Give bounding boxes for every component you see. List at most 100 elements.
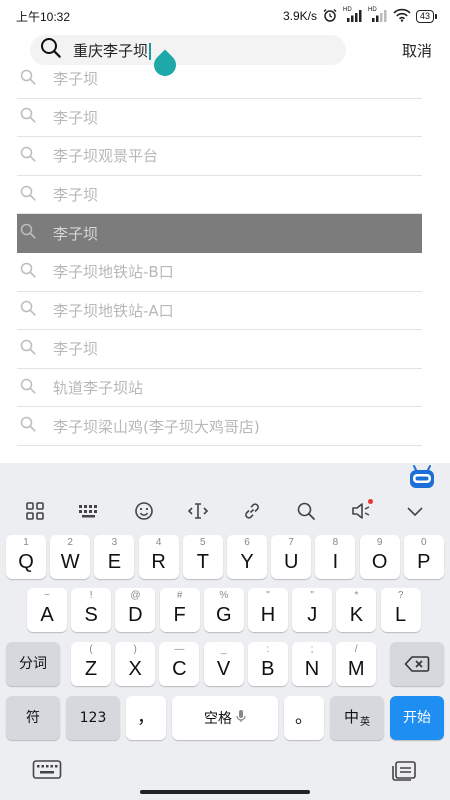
key-g[interactable]: % G bbox=[203, 588, 244, 632]
key-letter: F bbox=[173, 604, 186, 626]
period-key[interactable]: 。 bbox=[284, 696, 324, 740]
status-time: 上午10:32 bbox=[16, 9, 71, 24]
segment-key[interactable]: 分词 bbox=[6, 642, 60, 686]
suggestion-item[interactable]: 李子坝 bbox=[17, 176, 422, 215]
backspace-icon bbox=[390, 642, 444, 686]
key-letter: G bbox=[216, 604, 232, 626]
key-m[interactable]: / M bbox=[336, 642, 377, 686]
symbol-key[interactable]: 符 bbox=[6, 696, 60, 740]
key-symbol: ; bbox=[310, 644, 314, 655]
key-z[interactable]: (Z bbox=[71, 642, 111, 686]
key-j[interactable]: " J bbox=[292, 588, 333, 632]
grid-icon[interactable] bbox=[20, 496, 50, 526]
search-icon bbox=[17, 415, 37, 437]
number-label: 123 bbox=[79, 710, 107, 726]
key-w[interactable]: 2W bbox=[50, 535, 91, 579]
key-n[interactable]: ; N bbox=[292, 642, 332, 686]
suggestion-label: 李子坝 bbox=[53, 108, 99, 127]
suggestion-item[interactable]: 李子坝 bbox=[17, 330, 422, 369]
cursor-move-icon[interactable] bbox=[183, 496, 213, 526]
suggestion-item[interactable]: 李子坝 bbox=[17, 214, 422, 253]
key-symbol: 5 bbox=[200, 537, 206, 548]
key-u[interactable]: 7U bbox=[271, 535, 312, 579]
key-symbol: " bbox=[266, 590, 270, 601]
key-symbol: — bbox=[174, 644, 185, 655]
key-letter: J bbox=[307, 604, 318, 626]
key-symbol: 4 bbox=[155, 537, 162, 548]
search-icon bbox=[17, 377, 37, 399]
key-letter: O bbox=[371, 551, 388, 573]
search-icon bbox=[17, 261, 37, 283]
key-y[interactable]: 6Y bbox=[227, 535, 267, 579]
key-symbol: ~ bbox=[44, 590, 50, 601]
key-d[interactable]: @ D bbox=[115, 588, 156, 632]
suggestion-item[interactable]: 李子坝 bbox=[17, 99, 422, 138]
key-symbol: # bbox=[176, 590, 183, 601]
keyboard-switch-icon[interactable] bbox=[32, 759, 62, 785]
key-f[interactable]: # F bbox=[159, 588, 200, 632]
cancel-button[interactable]: 取消 bbox=[402, 40, 432, 61]
signal-icon-1: HD bbox=[343, 7, 363, 23]
speaker-icon[interactable] bbox=[346, 496, 376, 526]
key-i[interactable]: 8I bbox=[315, 535, 356, 579]
key-h[interactable]: " H bbox=[248, 588, 288, 632]
enter-button[interactable]: 开始 bbox=[390, 696, 444, 740]
link-icon[interactable] bbox=[237, 496, 267, 526]
period-label: 。 bbox=[295, 707, 313, 728]
key-r[interactable]: 4R bbox=[138, 535, 179, 579]
keyboard-assistant-icon[interactable] bbox=[408, 464, 436, 490]
key-letter: T bbox=[196, 551, 209, 573]
notification-dot bbox=[367, 499, 373, 504]
suggestion-item[interactable]: 李子坝地铁站-A口 bbox=[17, 292, 422, 331]
clipboard-icon[interactable] bbox=[390, 758, 418, 786]
space-content: 空格 bbox=[172, 696, 278, 740]
emoji-icon[interactable] bbox=[129, 496, 159, 526]
key-symbol: " bbox=[310, 590, 314, 601]
suggestion-label: 轨道李子坝站 bbox=[53, 379, 144, 398]
key-letter: K bbox=[349, 604, 364, 626]
network-speed: 3.9K/s bbox=[282, 9, 317, 23]
backspace-key[interactable] bbox=[390, 642, 444, 686]
suggestion-item[interactable]: 李子坝梁山鸡(李子坝大鸡哥店) bbox=[17, 407, 422, 446]
key-symbol: * bbox=[354, 590, 359, 601]
keyboard: 1 Q 2 W 3 E 4 R 5 T 6 Y 7 U 8 I 9 O 0 P ~ A! S @ D # F% G " H " J * K? L 分词… bbox=[0, 463, 450, 800]
en-label: 英 bbox=[360, 717, 370, 728]
key-q[interactable]: 1Q bbox=[6, 535, 46, 579]
key-o[interactable]: 9O bbox=[359, 535, 400, 579]
space-label: 空格 bbox=[204, 711, 232, 727]
key-e[interactable]: 3E bbox=[94, 535, 135, 579]
suggestion-item[interactable]: 轨道李子坝站 bbox=[17, 369, 422, 408]
search-icon[interactable] bbox=[291, 496, 321, 526]
keyboard-layout-icon[interactable] bbox=[74, 496, 104, 526]
key-p[interactable]: 0P bbox=[403, 535, 444, 579]
number-key[interactable]: 123 bbox=[66, 696, 120, 740]
collapse-icon[interactable] bbox=[400, 496, 430, 526]
comma-key[interactable]: ， bbox=[126, 696, 166, 740]
suggestion-label: 李子坝 bbox=[53, 186, 99, 205]
space-key[interactable]: 空格 bbox=[172, 696, 278, 740]
key-l[interactable]: ? L bbox=[380, 588, 421, 632]
key-letter: H bbox=[260, 604, 276, 626]
keyboard-toolbar bbox=[0, 493, 450, 529]
status-bar: 上午10:32 3.9K/s HD HD 43 bbox=[0, 0, 450, 32]
key-s[interactable]: ! S bbox=[71, 588, 112, 632]
key-c[interactable]: — C bbox=[159, 642, 200, 686]
key-a[interactable]: ~ A bbox=[27, 588, 67, 632]
language-label: 中英 bbox=[330, 696, 384, 740]
suggestion-item[interactable]: 李子坝观景平台 bbox=[17, 137, 422, 176]
key-t[interactable]: 5T bbox=[182, 535, 223, 579]
suggestion-item[interactable]: 李子坝 bbox=[17, 60, 422, 99]
suggestion-item[interactable]: 李子坝地铁站-B口 bbox=[17, 253, 422, 292]
key-x[interactable]: ) X bbox=[115, 642, 156, 686]
signal-icon-2: HD bbox=[368, 7, 388, 23]
key-b[interactable]: :B bbox=[247, 642, 288, 686]
key-symbol: 0 bbox=[421, 537, 427, 548]
language-switch-key[interactable]: 中英 bbox=[330, 696, 384, 740]
key-letter: S bbox=[84, 604, 98, 626]
key-symbol: ( bbox=[89, 644, 93, 655]
wifi-icon bbox=[393, 8, 411, 25]
key-v[interactable]: _ V bbox=[203, 642, 244, 686]
status-icons: 3.9K/s HD HD 43 bbox=[282, 7, 438, 25]
key-k[interactable]: * K bbox=[336, 588, 377, 632]
home-indicator[interactable] bbox=[140, 790, 310, 794]
